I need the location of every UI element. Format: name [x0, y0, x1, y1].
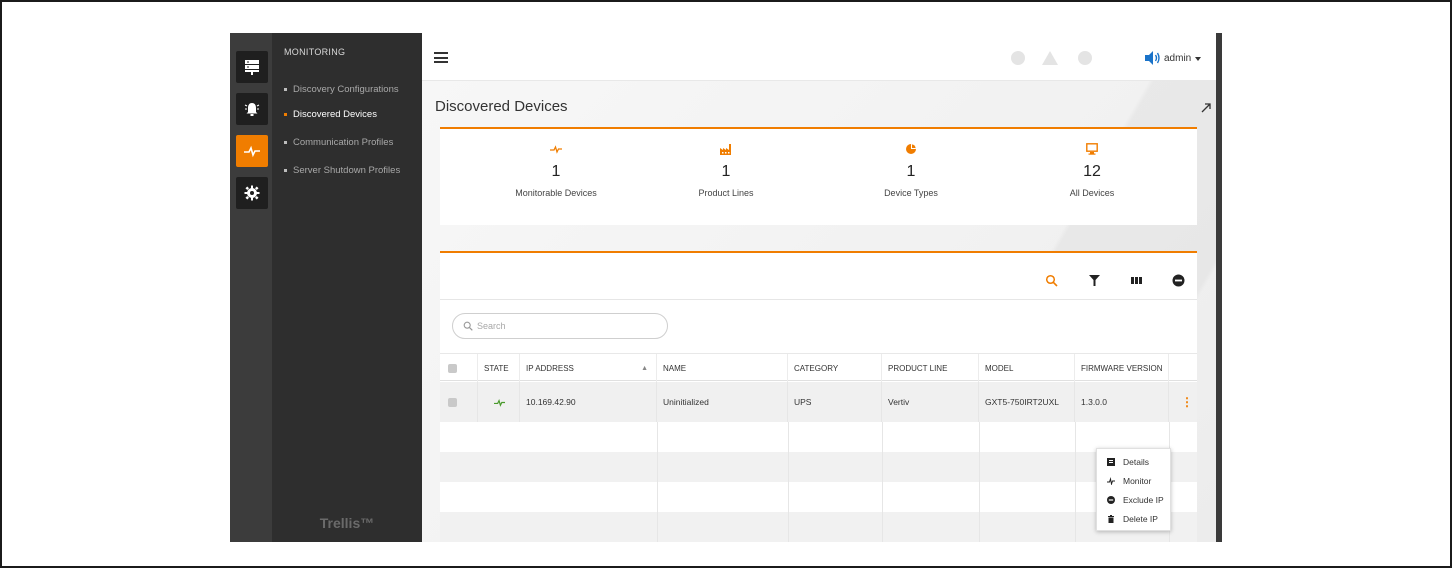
stat-label: Monitorable Devices	[515, 188, 597, 198]
speaker-icon[interactable]	[1144, 50, 1162, 66]
menu-item-delete-ip[interactable]: Delete IP	[1107, 514, 1158, 524]
settings-gear-icon[interactable]	[236, 177, 268, 209]
icon-rail	[230, 33, 272, 542]
cell-firmware: 1.3.0.0	[1075, 382, 1169, 422]
stat-value: 1	[721, 163, 731, 180]
cell-name: Uninitialized	[657, 382, 788, 422]
details-icon	[1107, 458, 1115, 466]
pulse-icon	[550, 145, 562, 154]
top-bar: admin	[422, 33, 1222, 81]
column-header-ip-address[interactable]: IP ADDRESS ▲	[520, 354, 657, 382]
table-row-empty	[440, 512, 1197, 542]
select-all-checkbox[interactable]	[440, 354, 478, 382]
stat-device-types[interactable]: 1 Device Types	[821, 143, 1001, 198]
monitoring-pulse-icon[interactable]	[236, 135, 268, 167]
column-header-actions	[1169, 354, 1197, 382]
table-row[interactable]: 10.169.42.90 Uninitialized UPS Vertiv GX…	[440, 382, 1197, 422]
table-row-empty	[440, 482, 1197, 512]
user-menu[interactable]: admin	[1164, 53, 1202, 64]
sort-ascending-icon[interactable]: ▲	[641, 365, 648, 372]
critical-alarm-icon[interactable]	[1011, 51, 1025, 65]
table-header: STATE IP ADDRESS ▲ NAME CATEGORY PRODUCT …	[440, 353, 1197, 382]
column-header-state[interactable]: STATE	[478, 354, 520, 382]
side-nav: MONITORING Discovery Configurations Disc…	[272, 33, 422, 542]
menu-item-details[interactable]: Details	[1107, 457, 1149, 467]
app-window: MONITORING Discovery Configurations Disc…	[230, 33, 1222, 542]
menu-item-monitor[interactable]: Monitor	[1107, 476, 1151, 486]
factory-icon	[720, 144, 731, 155]
nav-item-discovery-configurations[interactable]: Discovery Configurations	[284, 84, 399, 95]
stat-value: 12	[1083, 163, 1101, 180]
filter-icon[interactable]	[1087, 273, 1101, 287]
warning-alarm-icon[interactable]	[1042, 51, 1058, 65]
nav-item-discovered-devices[interactable]: Discovered Devices	[284, 109, 377, 120]
column-header-category[interactable]: CATEGORY	[788, 354, 882, 382]
stat-monitorable-devices[interactable]: 1 Monitorable Devices	[466, 143, 646, 198]
error-alarm-icon[interactable]	[1078, 51, 1092, 65]
row-actions-kebab-icon[interactable]: ⋮	[1169, 382, 1197, 422]
server-icon[interactable]	[236, 51, 268, 83]
remove-icon[interactable]	[1171, 273, 1185, 287]
stat-label: Device Types	[884, 188, 938, 198]
column-header-firmware-version[interactable]: FIRMWARE VERSION	[1075, 354, 1169, 382]
page-scrollbar[interactable]	[1216, 33, 1222, 542]
menu-item-exclude-ip[interactable]: Exclude IP	[1107, 495, 1164, 505]
row-checkbox[interactable]	[440, 382, 478, 422]
table-row-empty	[440, 422, 1197, 452]
stat-value: 1	[906, 163, 916, 180]
monitor-pulse-icon	[1107, 477, 1115, 485]
trash-icon	[1108, 515, 1114, 523]
alarm-bell-icon[interactable]	[236, 93, 268, 125]
nav-item-communication-profiles[interactable]: Communication Profiles	[284, 137, 393, 148]
expand-icon[interactable]	[1200, 101, 1212, 113]
stat-label: Product Lines	[698, 188, 754, 198]
stat-value: 1	[551, 163, 561, 180]
pie-chart-icon	[906, 144, 916, 154]
search-icon	[463, 321, 473, 331]
brand-logo: Trellis™	[319, 515, 375, 531]
hamburger-menu-icon[interactable]	[434, 52, 448, 63]
search-icon[interactable]	[1044, 273, 1058, 287]
state-pulse-icon	[478, 382, 520, 422]
page-title: Discovered Devices	[435, 98, 568, 115]
search-field[interactable]	[452, 313, 668, 339]
column-header-product-line[interactable]: PRODUCT LINE	[882, 354, 979, 382]
cell-ip-address: 10.169.42.90	[520, 382, 657, 422]
cell-model: GXT5-750IRT2UXL	[979, 382, 1075, 422]
table-row-empty	[440, 452, 1197, 482]
nav-section-title: MONITORING	[284, 47, 346, 57]
chevron-down-icon	[1195, 56, 1202, 61]
columns-icon[interactable]	[1129, 273, 1143, 287]
search-input[interactable]	[477, 321, 657, 331]
stat-all-devices[interactable]: 12 All Devices	[1002, 143, 1182, 198]
cell-product-line: Vertiv	[882, 382, 979, 422]
stat-label: All Devices	[1069, 188, 1115, 198]
nav-item-server-shutdown-profiles[interactable]: Server Shutdown Profiles	[284, 165, 400, 176]
cell-category: UPS	[788, 382, 882, 422]
column-header-model[interactable]: MODEL	[979, 354, 1075, 382]
devices-table-card: STATE IP ADDRESS▲ NAME CATEGORY PRODUCT …	[440, 251, 1197, 542]
monitor-icon	[1086, 143, 1098, 155]
stat-product-lines[interactable]: 1 Product Lines	[636, 143, 816, 198]
column-header-name[interactable]: NAME	[657, 354, 788, 382]
exclude-icon	[1107, 496, 1115, 504]
row-context-menu: Details Monitor Exclude IP Delete IP	[1096, 448, 1171, 531]
summary-card: 1 Monitorable Devices 1 Product Lines 1 …	[440, 127, 1197, 225]
divider	[440, 299, 1197, 300]
